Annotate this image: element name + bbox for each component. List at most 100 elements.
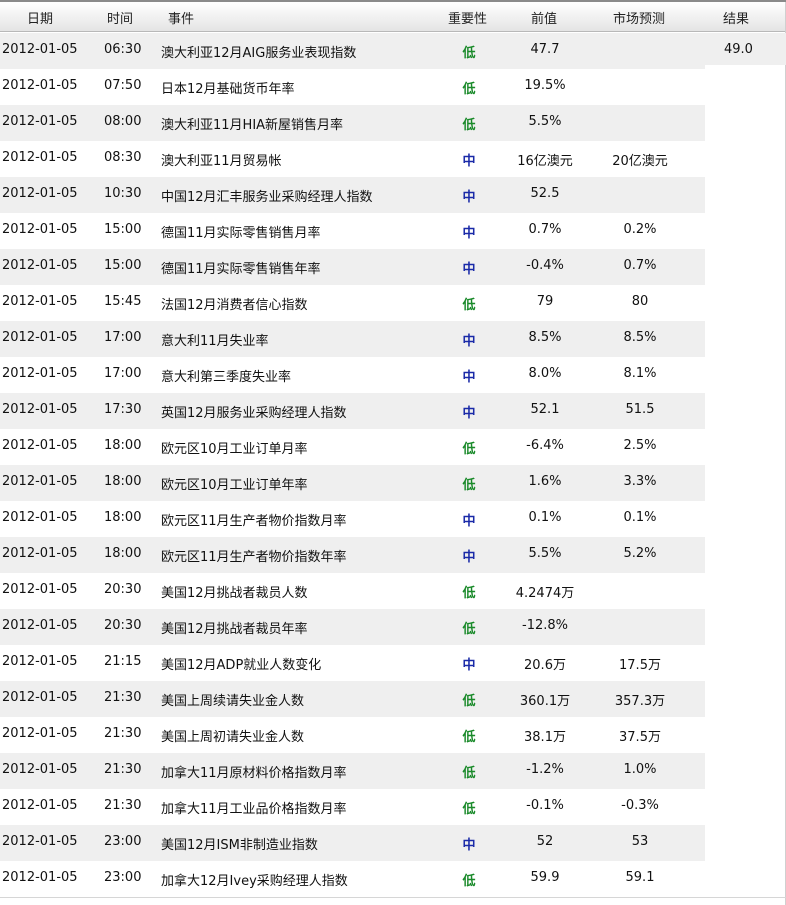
date-cell: 2012-01-05 [2, 762, 78, 777]
table-row[interactable]: 2012-01-05 18:00 欧元区10月工业订单年率 低 1.6% 3.3% [0, 465, 705, 501]
column-header-result[interactable]: 结果 [723, 8, 749, 27]
previous-cell: 360.1万 [519, 694, 571, 709]
previous-cell: -6.4% [526, 438, 564, 453]
table-row[interactable]: 2012-01-05 07:50 日本12月基础货币年率 低 19.5% [0, 69, 705, 105]
table-row[interactable]: 2012-01-05 23:00 加拿大12月Ivey采购经理人指数 低 59.9 59.… [0, 861, 705, 897]
previous-cell: 52.1 [530, 402, 560, 417]
table-row[interactable]: 2012-01-05 20:30 美国12月挑战者裁员年率 低 -12.8% [0, 609, 705, 645]
previous-cell: 0.7% [528, 222, 562, 237]
forecast-cell: 357.3万 [614, 694, 666, 709]
time-cell: 20:30 [104, 618, 142, 633]
importance-cell: 低 [462, 874, 476, 889]
date-cell: 2012-01-05 [2, 582, 78, 597]
date-cell: 2012-01-05 [2, 186, 78, 201]
forecast-cell: 2.5% [623, 438, 657, 453]
previous-cell: -0.4% [526, 258, 564, 273]
column-header-previous[interactable]: 前值 [531, 8, 557, 27]
previous-cell: 5.5% [528, 546, 562, 561]
event-table-body: 2012-01-05 06:30 澳大利亚12月AIG服务业表现指数低 47.7 201… [0, 33, 705, 897]
table-header: 日期 时间 事件 重要性 前值 市场预测 结果 [0, 2, 786, 32]
forecast-cell: 0.2% [623, 222, 657, 237]
column-header-time[interactable]: 时间 [107, 8, 133, 27]
table-row[interactable]: 2012-01-05 08:00 澳大利亚11月HIA新屋销售月率 低 5.5% [0, 105, 705, 141]
time-cell: 21:30 [104, 798, 142, 813]
forecast-cell: 17.5万 [619, 658, 661, 673]
previous-cell: 1.6% [528, 474, 562, 489]
time-cell: 10:30 [104, 186, 142, 201]
table-row[interactable]: 2012-01-05 21:30 美国上周续请失业金人数 低 360.1万 357.3万 [0, 681, 705, 717]
date-cell: 2012-01-05 [2, 222, 78, 237]
date-cell: 2012-01-05 [2, 402, 78, 417]
previous-cell: -0.1% [526, 798, 564, 813]
column-header-importance[interactable]: 重要性 [448, 8, 487, 27]
result-value: 49.0 [724, 42, 753, 57]
table-row[interactable]: 2012-01-05 17:30 英国12月服务业采购经理人指数 中 52.1 51.5 [0, 393, 705, 429]
time-cell: 18:00 [104, 546, 142, 561]
previous-cell: 5.5% [528, 114, 562, 129]
table-row[interactable]: 2012-01-05 15:00 德国11月实际零售销售年率 中 -0.4% 0.7% [0, 249, 705, 285]
date-cell: 2012-01-05 [2, 258, 78, 273]
previous-cell: 8.0% [528, 366, 562, 381]
previous-cell: 59.9 [530, 870, 560, 885]
forecast-cell: 51.5 [625, 402, 655, 417]
result-cell: 49.0 [705, 33, 786, 65]
table-row[interactable]: 2012-01-05 15:45 法国12月消费者信心指数 低 79 80 [0, 285, 705, 321]
forecast-cell: 8.5% [623, 330, 657, 345]
table-row[interactable]: 2012-01-05 08:30 澳大利亚11月贸易帐 中 16亿澳元 20亿澳元 [0, 141, 705, 177]
table-row[interactable]: 2012-01-05 20:30 美国12月挑战者裁员人数 低 4.2474万 [0, 573, 705, 609]
previous-cell: 8.5% [528, 330, 562, 345]
table-row[interactable]: 2012-01-05 21:15 美国12月ADP就业人数变化 中 20.6万 17.5万 [0, 645, 705, 681]
table-row[interactable]: 2012-01-05 21:30 加拿大11月工业品价格指数月率 低 -0.1% -0.3… [0, 789, 705, 825]
table-row[interactable]: 2012-01-05 15:00 德国11月实际零售销售月率 中 0.7% 0.2% [0, 213, 705, 249]
forecast-cell: 3.3% [623, 474, 657, 489]
table-row[interactable]: 2012-01-05 18:00 欧元区10月工业订单月率 低 -6.4% 2.5% [0, 429, 705, 465]
time-cell: 08:00 [104, 114, 142, 129]
table-row[interactable]: 2012-01-05 06:30 澳大利亚12月AIG服务业表现指数 低 47.7 [0, 33, 705, 69]
time-cell: 17:30 [104, 402, 142, 417]
time-cell: 21:30 [104, 762, 142, 777]
event-cell: 中国12月汇丰服务业采购经理人指数 [161, 190, 373, 205]
time-cell: 18:00 [104, 474, 142, 489]
column-header-date[interactable]: 日期 [27, 8, 53, 27]
importance-cell: 中 [462, 514, 476, 529]
time-cell: 06:30 [104, 42, 142, 57]
forecast-cell: 8.1% [623, 366, 657, 381]
date-cell: 2012-01-05 [2, 78, 78, 93]
time-cell: 23:00 [104, 870, 142, 885]
event-cell: 澳大利亚11月贸易帐 [161, 154, 282, 169]
event-cell: 美国12月ADP就业人数变化 [161, 658, 322, 673]
column-header-event[interactable]: 事件 [168, 8, 194, 27]
event-cell: 欧元区10月工业订单年率 [161, 478, 308, 493]
table-row[interactable]: 2012-01-05 18:00 欧元区11月生产者物价指数年率 中 5.5% 5.2% [0, 537, 705, 573]
date-cell: 2012-01-05 [2, 474, 78, 489]
previous-cell: 52 [536, 834, 554, 849]
date-cell: 2012-01-05 [2, 870, 78, 885]
table-row[interactable]: 2012-01-05 21:30 美国上周初请失业金人数 低 38.1万 37.5万 [0, 717, 705, 753]
importance-cell: 低 [462, 46, 476, 61]
previous-cell: 20.6万 [524, 658, 566, 673]
event-cell: 意大利第三季度失业率 [161, 370, 292, 385]
forecast-cell: 59.1 [625, 870, 655, 885]
event-cell: 美国12月ISM非制造业指数 [161, 838, 318, 853]
table-row[interactable]: 2012-01-05 17:00 意大利第三季度失业率 中 8.0% 8.1% [0, 357, 705, 393]
column-header-forecast[interactable]: 市场预测 [613, 8, 665, 27]
importance-cell: 中 [462, 838, 476, 853]
previous-cell: -12.8% [522, 618, 568, 633]
table-row[interactable]: 2012-01-05 23:00 美国12月ISM非制造业指数 中 52 53 [0, 825, 705, 861]
time-cell: 23:00 [104, 834, 142, 849]
previous-cell: 52.5 [530, 186, 560, 201]
importance-cell: 低 [462, 694, 476, 709]
event-cell: 德国11月实际零售销售年率 [161, 262, 321, 277]
event-cell: 欧元区11月生产者物价指数月率 [161, 514, 347, 529]
time-cell: 07:50 [104, 78, 142, 93]
previous-cell: 47.7 [530, 42, 560, 57]
previous-cell: 38.1万 [524, 730, 566, 745]
table-row[interactable]: 2012-01-05 18:00 欧元区11月生产者物价指数月率 中 0.1% 0.1% [0, 501, 705, 537]
time-cell: 21:30 [104, 690, 142, 705]
table-row[interactable]: 2012-01-05 17:00 意大利11月失业率 中 8.5% 8.5% [0, 321, 705, 357]
table-row[interactable]: 2012-01-05 10:30 中国12月汇丰服务业采购经理人指数 中 52.5 [0, 177, 705, 213]
previous-cell: 4.2474万 [515, 586, 575, 601]
table-row[interactable]: 2012-01-05 21:30 加拿大11月原材料价格指数月率 低 -1.2% 1.0% [0, 753, 705, 789]
date-cell: 2012-01-05 [2, 690, 78, 705]
previous-cell: 16亿澳元 [517, 154, 573, 169]
